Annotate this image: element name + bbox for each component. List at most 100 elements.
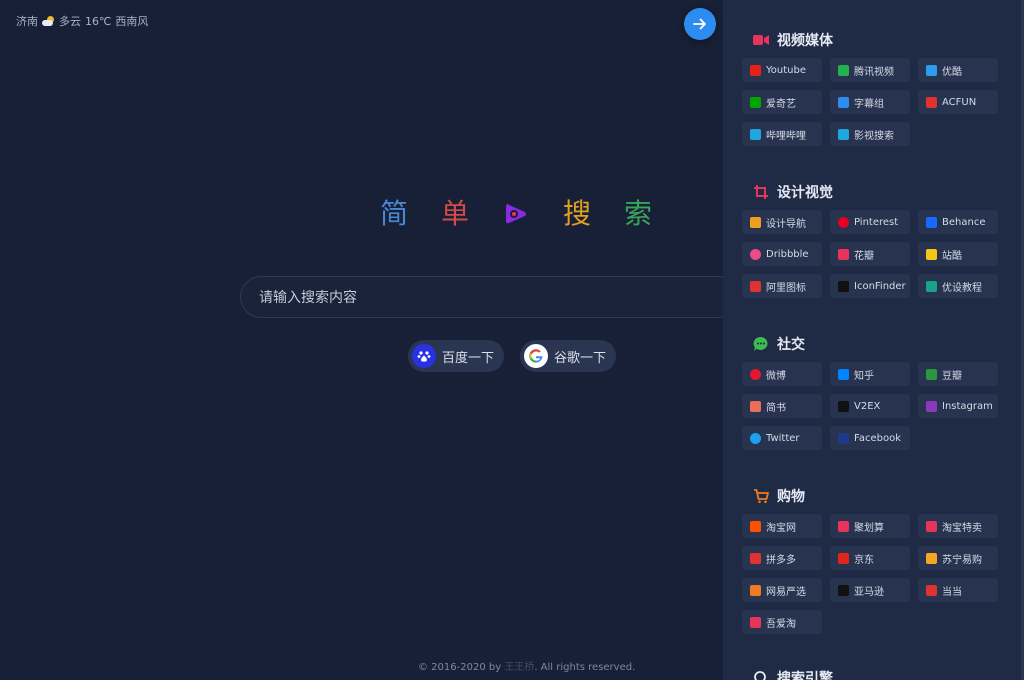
arrow-right-icon [693,18,706,30]
acfun-icon [926,96,937,108]
link-suning[interactable]: 苏宁易购 [918,546,998,570]
link-tencent-video[interactable]: 腾讯视频 [830,58,910,82]
link-pinterest[interactable]: Pinterest [830,210,910,234]
link-zhihu[interactable]: 知乎 [830,362,910,386]
baidu-search-button[interactable]: 百度一下 [408,340,505,372]
chat-bubble-icon [753,336,769,352]
youku-icon [926,64,937,76]
toggle-sidebar-button[interactable] [684,8,716,40]
search-icon [753,670,769,680]
link-label: 阿里图标 [766,282,806,294]
logo-char-2: 单 [441,197,470,230]
link-iqiyi[interactable]: 爱奇艺 [742,90,822,114]
jianshu-icon [750,400,761,412]
link-twitter[interactable]: Twitter [742,426,822,450]
section-header: 社交 [753,334,805,354]
footer-author-link[interactable]: 王王桥 [504,662,534,673]
link-label: 微博 [766,370,786,382]
link-52tao[interactable]: 吾爱淘 [742,610,822,634]
link-amazon[interactable]: 亚马逊 [830,578,910,602]
logo-char-4: 索 [623,197,652,230]
twitter-bird-icon [750,432,761,444]
link-juhuasuan[interactable]: 聚划算 [830,514,910,538]
search-input[interactable] [257,277,721,319]
link-label: 淘宝特卖 [942,522,982,534]
instagram-icon [926,400,937,412]
link-taobao-sale[interactable]: 淘宝特卖 [918,514,998,538]
behance-icon [926,216,937,228]
link-taobao[interactable]: 淘宝网 [742,514,822,538]
link-v2ex[interactable]: V2EX [830,394,910,418]
link-youku[interactable]: 优酷 [918,58,998,82]
link-yanxuan[interactable]: 网易严选 [742,578,822,602]
link-huaban[interactable]: 花瓣 [830,242,910,266]
section-header: 购物 [753,486,805,506]
link-uisdc[interactable]: 优设教程 [918,274,998,298]
link-jd[interactable]: 京东 [830,546,910,570]
link-acfun[interactable]: ACFUN [918,90,998,114]
iconfinder-icon [838,280,849,292]
link-label: 腾讯视频 [854,66,894,78]
youtube-icon [750,64,761,76]
link-label: 优酷 [942,66,962,78]
section-header: 视频媒体 [753,30,833,50]
link-label: ACFUN [942,96,977,108]
footer-copyright: © 2016-2020 by 王王桥. All rights reserved. [418,658,635,673]
link-bilibili[interactable]: 哔哩哔哩 [742,122,822,146]
pinterest-icon [838,216,849,228]
weather-wind: 西南风 [115,15,149,28]
zhihu-icon [838,368,849,380]
google-search-button[interactable]: 谷歌一下 [520,340,617,372]
link-label: 京东 [854,554,874,566]
weather-condition: 多云 [59,15,81,28]
search-box [240,276,740,319]
weather-widget: 济南 多云 16℃ 西南风 [16,13,148,29]
link-label: IconFinder [854,280,906,292]
link-label: 拼多多 [766,554,796,566]
link-label: Youtube [766,64,806,76]
link-zcool[interactable]: 站酷 [918,242,998,266]
baidu-icon [412,344,436,368]
link-label: 苏宁易购 [942,554,982,566]
graduation-cap-icon [926,280,937,292]
link-dribbble[interactable]: Dribbble [742,242,822,266]
link-instagram[interactable]: Instagram [918,394,998,418]
link-zimuzu[interactable]: 字幕组 [830,90,910,114]
section-title: 视频媒体 [777,33,833,49]
link-behance[interactable]: Behance [918,210,998,234]
link-dangdang[interactable]: 当当 [918,578,998,602]
link-pinduoduo[interactable]: 拼多多 [742,546,822,570]
bookmark-sidebar: 视频媒体 Youtube 腾讯视频 优酷 爱奇艺 字幕组 ACFUN 哔哩哔哩 … [723,0,1024,680]
link-label: 字幕组 [854,98,884,110]
link-label: 网易严选 [766,586,806,598]
weibo-icon [750,368,761,380]
logo-char-1: 简 [380,197,409,230]
cloud-icon [838,128,849,140]
juhuasuan-icon [838,520,849,532]
dribbble-icon [750,248,761,260]
section-title: 购物 [777,489,805,505]
link-facebook[interactable]: Facebook [830,426,910,450]
link-label: 聚划算 [854,522,884,534]
link-label: 豆瓣 [942,370,962,382]
section-title: 设计视觉 [777,185,833,201]
link-design-nav[interactable]: 设计导航 [742,210,822,234]
link-label: 当当 [942,586,962,598]
link-douban[interactable]: 豆瓣 [918,362,998,386]
amazon-icon [838,584,849,596]
link-jianshu[interactable]: 简书 [742,394,822,418]
link-label: 淘宝网 [766,522,796,534]
link-iconfont[interactable]: 阿里图标 [742,274,822,298]
link-iconfinder[interactable]: IconFinder [830,274,910,298]
link-label: 设计导航 [766,218,806,230]
link-movie-search[interactable]: 影视搜索 [830,122,910,146]
video-camera-icon [753,32,769,48]
huaban-icon [838,248,849,260]
link-youtube[interactable]: Youtube [742,58,822,82]
partly-cloudy-icon [42,16,55,26]
design-nav-icon [750,216,761,228]
link-label: V2EX [854,400,881,412]
52tao-icon [750,616,761,628]
link-weibo[interactable]: 微博 [742,362,822,386]
jd-icon [838,552,849,564]
